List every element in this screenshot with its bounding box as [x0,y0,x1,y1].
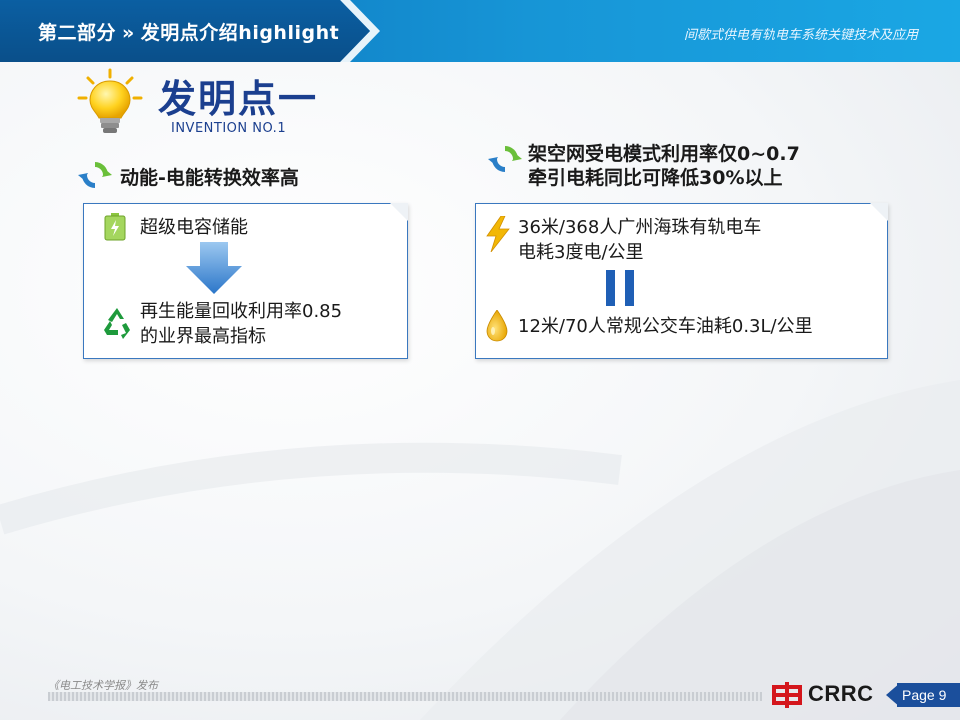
footer-source-note: 《电工技术学报》发布 [48,679,158,692]
footer-bar [48,692,762,701]
lightning-icon [486,216,510,252]
section-topic: 发明点介绍highlight [140,22,340,44]
left-heading: 动能-电能转换效率高 [120,167,299,189]
section-arrows-icon: » [122,22,135,44]
recycle-icon [104,308,130,339]
box-corner-fold [390,203,408,221]
section-title: 第二部分» 发明点介绍highlight [38,18,339,45]
crrc-logo-icon [772,682,802,708]
crrc-brand-text: CRRC [808,681,874,706]
battery-icon [104,213,126,241]
invention-subtitle: INVENTION NO.1 [171,121,287,136]
right-heading-line2: 牵引电耗同比可降低30%以上 [528,167,783,189]
invention-title: 发明点一 [158,77,319,121]
equals-bars-icon [606,270,634,306]
cycle-arrows-icon [78,162,112,188]
lightbulb-icon [77,68,143,133]
box-corner-fold [870,203,888,221]
right-item-bus: 12米/70人常规公交车油耗0.3L/公里 [518,316,813,337]
left-item-regen-line2: 的业界最高指标 [140,326,266,347]
report-title: 间歇式供电有轨电车系统关键技术及应用 [683,28,918,43]
left-item-regen-line1: 再生能量回收利用率0.85 [140,301,343,322]
arrow-down-icon [186,242,242,294]
section-part: 第二部分 [38,22,117,44]
page-number: Page 9 [897,683,960,707]
right-item-tram-line2: 电耗3度电/公里 [518,242,644,263]
right-heading-line1: 架空网受电模式利用率仅0~0.7 [528,143,800,165]
oil-drop-icon [486,310,508,342]
left-item-supercap: 超级电容储能 [140,217,248,238]
right-item-tram-line1: 36米/368人广州海珠有轨电车 [518,217,762,238]
cycle-arrows-icon [488,146,522,172]
